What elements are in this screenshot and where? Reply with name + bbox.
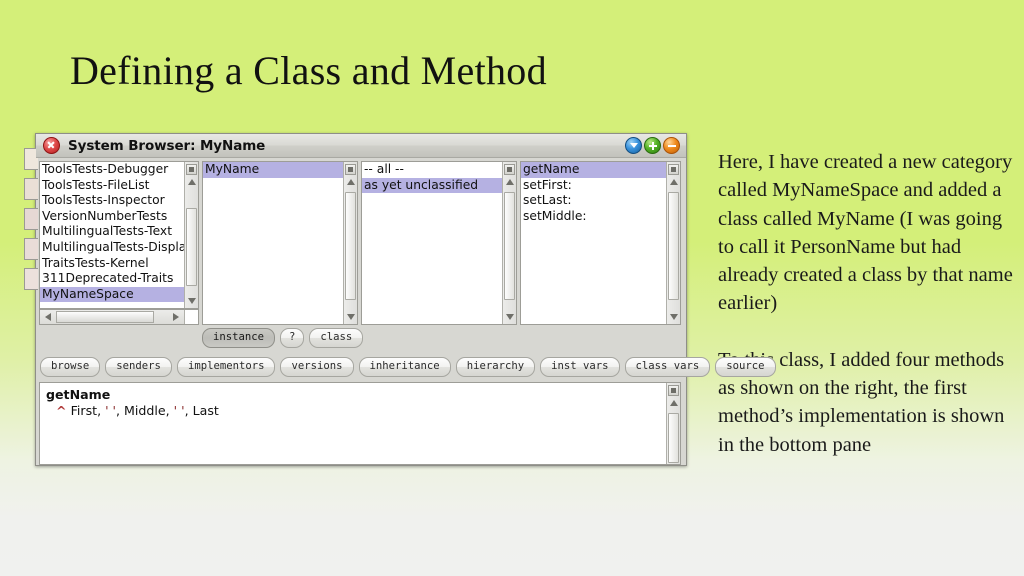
list-item[interactable]: 311Deprecated-Traits bbox=[40, 271, 184, 287]
category-horizontal-scroll-area[interactable] bbox=[39, 309, 199, 325]
scrollbar-thumb[interactable] bbox=[186, 208, 197, 286]
scroll-left-arrow[interactable] bbox=[41, 310, 55, 324]
system-browser-window[interactable]: System Browser: MyName ToolsTests-Debugg… bbox=[24, 133, 776, 467]
close-icon[interactable] bbox=[43, 137, 60, 154]
minus-icon[interactable] bbox=[663, 137, 680, 154]
source-code-pane[interactable]: getName ^ First, ' ', Middle, ' ', Last bbox=[39, 382, 681, 465]
list-item-selected[interactable]: MyName bbox=[203, 162, 343, 178]
pane-menu-icon[interactable] bbox=[668, 384, 679, 396]
scroll-down-arrow[interactable] bbox=[185, 294, 198, 307]
method-toolbar: browse senders implementors versions inh… bbox=[40, 357, 776, 377]
scroll-down-arrow[interactable] bbox=[503, 310, 516, 323]
versions-button[interactable]: versions bbox=[280, 357, 354, 377]
source-code-text[interactable]: getName ^ First, ' ', Middle, ' ', Last bbox=[40, 383, 666, 419]
pane-menu-icon[interactable] bbox=[345, 163, 356, 175]
window-controls bbox=[625, 137, 680, 154]
window-title-bar[interactable]: System Browser: MyName bbox=[36, 134, 686, 158]
method-list[interactable]: getName setFirst: setLast: setMiddle: bbox=[521, 162, 666, 224]
scrollbar-corner bbox=[184, 310, 198, 324]
string-literal-2: ' ' bbox=[173, 403, 185, 418]
string-literal-1: ' ' bbox=[105, 403, 117, 418]
method-list-pane[interactable]: getName setFirst: setLast: setMiddle: bbox=[520, 161, 681, 325]
chevron-down-icon[interactable] bbox=[625, 137, 642, 154]
scrollbar-thumb[interactable] bbox=[504, 192, 515, 300]
implementors-button[interactable]: implementors bbox=[176, 357, 276, 377]
class-list[interactable]: MyName bbox=[203, 162, 343, 178]
category-list[interactable]: ToolsTests-Debugger ToolsTests-FileList … bbox=[40, 162, 184, 303]
method-body: ^ First, ' ', Middle, ' ', Last bbox=[46, 403, 666, 419]
list-item[interactable]: MultilingualTests-Display bbox=[40, 240, 184, 256]
code-segment-2: , Middle, bbox=[116, 403, 174, 418]
pane-menu-icon[interactable] bbox=[186, 163, 197, 175]
browser-body: ToolsTests-Debugger ToolsTests-FileList … bbox=[36, 158, 776, 467]
scrollbar-thumb[interactable] bbox=[345, 192, 356, 300]
list-item[interactable]: TraitsTests-Kernel bbox=[40, 256, 184, 272]
list-item-selected[interactable]: getName bbox=[521, 162, 666, 178]
scroll-down-arrow[interactable] bbox=[344, 310, 357, 323]
slide-canvas: Defining a Class and Method Here, I have… bbox=[0, 0, 1024, 576]
category-vertical-scrollbar[interactable] bbox=[184, 162, 198, 308]
browse-button[interactable]: browse bbox=[40, 357, 101, 377]
inst-vars-button[interactable]: inst vars bbox=[540, 357, 620, 377]
code-segment-1: First, bbox=[66, 403, 106, 418]
scroll-up-arrow[interactable] bbox=[185, 176, 198, 189]
narration-paragraph-1: Here, I have created a new category call… bbox=[718, 151, 1013, 315]
pane-menu-icon[interactable] bbox=[504, 163, 515, 175]
category-list-pane[interactable]: ToolsTests-Debugger ToolsTests-FileList … bbox=[39, 161, 199, 309]
list-item-selected[interactable]: MyNameSpace bbox=[40, 286, 184, 303]
list-item-selected[interactable]: as yet unclassified bbox=[362, 177, 502, 194]
class-vertical-scrollbar[interactable] bbox=[343, 162, 357, 324]
scrollbar-thumb[interactable] bbox=[56, 311, 154, 323]
scroll-up-arrow[interactable] bbox=[667, 176, 680, 189]
plus-icon[interactable] bbox=[644, 137, 661, 154]
protocol-list[interactable]: -- all -- as yet unclassified bbox=[362, 162, 502, 194]
window-title: System Browser: MyName bbox=[68, 137, 266, 154]
scroll-down-arrow[interactable] bbox=[667, 310, 680, 323]
category-horizontal-scrollbar[interactable] bbox=[40, 310, 198, 324]
class-button[interactable]: class bbox=[309, 328, 364, 348]
senders-button[interactable]: senders bbox=[105, 357, 172, 377]
list-item[interactable]: ToolsTests-FileList bbox=[40, 178, 184, 194]
page-title: Defining a Class and Method bbox=[70, 48, 547, 93]
list-item[interactable]: VersionNumberTests bbox=[40, 209, 184, 225]
instance-button[interactable]: instance bbox=[202, 328, 276, 348]
code-segment-3: , Last bbox=[184, 403, 219, 418]
scroll-up-arrow[interactable] bbox=[667, 397, 680, 410]
list-item[interactable]: setMiddle: bbox=[521, 209, 666, 225]
source-button[interactable]: source bbox=[715, 357, 776, 377]
protocol-list-pane[interactable]: -- all -- as yet unclassified bbox=[361, 161, 517, 325]
scrollbar-thumb[interactable] bbox=[668, 192, 679, 300]
scrollbar-thumb[interactable] bbox=[668, 413, 679, 463]
pane-menu-icon[interactable] bbox=[668, 163, 679, 175]
help-button[interactable]: ? bbox=[280, 328, 305, 348]
scroll-up-arrow[interactable] bbox=[344, 176, 357, 189]
list-item[interactable]: setFirst: bbox=[521, 178, 666, 194]
class-vars-button[interactable]: class vars bbox=[624, 357, 711, 377]
list-item[interactable]: ToolsTests-Inspector bbox=[40, 193, 184, 209]
scroll-right-arrow[interactable] bbox=[169, 310, 183, 324]
scroll-up-arrow[interactable] bbox=[503, 176, 516, 189]
list-item[interactable]: -- all -- bbox=[362, 162, 502, 178]
source-vertical-scrollbar[interactable] bbox=[666, 383, 680, 464]
hierarchy-button[interactable]: hierarchy bbox=[455, 357, 536, 377]
return-caret: ^ bbox=[56, 403, 67, 418]
instance-class-switch: instance ? class bbox=[202, 328, 364, 348]
list-item[interactable]: MultilingualTests-Text bbox=[40, 224, 184, 240]
narration-text: Here, I have created a new category call… bbox=[718, 148, 1018, 459]
protocol-vertical-scrollbar[interactable] bbox=[502, 162, 516, 324]
method-vertical-scrollbar[interactable] bbox=[666, 162, 680, 324]
class-list-pane[interactable]: MyName bbox=[202, 161, 358, 325]
list-item[interactable]: setLast: bbox=[521, 193, 666, 209]
list-item[interactable]: ToolsTests-Debugger bbox=[40, 162, 184, 178]
method-signature: getName bbox=[46, 387, 111, 402]
inheritance-button[interactable]: inheritance bbox=[358, 357, 451, 377]
